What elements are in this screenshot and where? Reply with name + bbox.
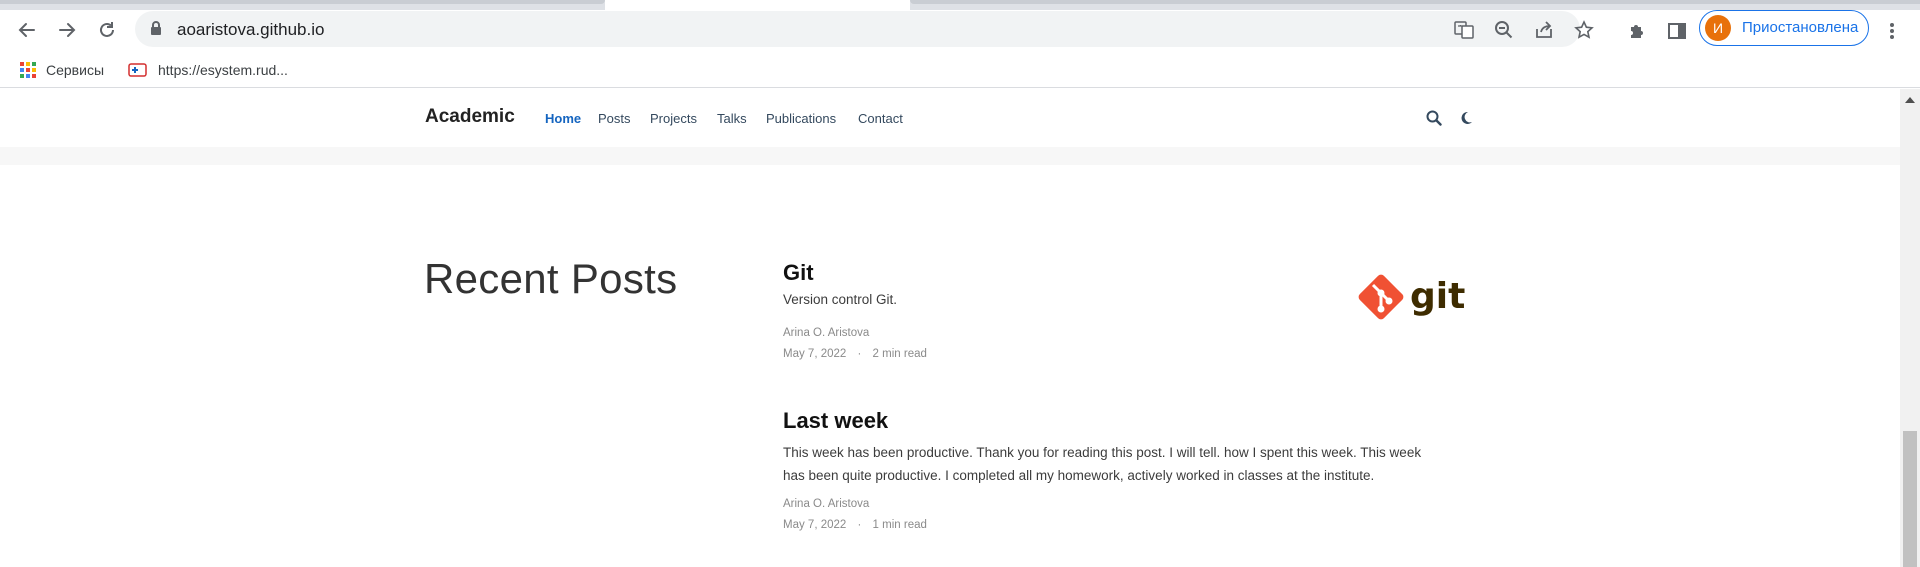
page-viewport: Academic Home Posts Projects Talks Publi… — [0, 89, 1900, 567]
site-favicon-icon — [128, 62, 148, 78]
page-scrollbar[interactable] — [1900, 89, 1920, 567]
arrow-right-icon — [59, 23, 76, 37]
post-title[interactable]: Git — [783, 260, 814, 286]
forward-button[interactable] — [50, 13, 84, 47]
meta-separator: · — [857, 348, 862, 360]
lock-icon — [149, 20, 163, 41]
zoom-out-icon[interactable] — [1493, 19, 1515, 41]
nav-projects[interactable]: Projects — [650, 111, 697, 126]
browser-toolbar: aoaristova.github.io И Приостановлена — [0, 10, 1920, 52]
arrow-left-icon — [18, 23, 35, 37]
post-date: May 7, 2022 — [783, 519, 847, 531]
nav-publications[interactable]: Publications — [766, 111, 836, 126]
profile-chip-button[interactable]: И Приостановлена — [1699, 10, 1869, 46]
post-thumbnail[interactable]: git — [1354, 270, 1470, 324]
bookmark-services[interactable]: Сервисы — [20, 59, 104, 81]
navbar-divider-band — [0, 147, 1900, 165]
section-title: Recent Posts — [424, 255, 678, 302]
meta-separator: · — [857, 519, 862, 531]
nav-talks[interactable]: Talks — [717, 111, 747, 126]
reload-icon — [100, 22, 114, 37]
scroll-up-arrow-icon[interactable] — [1905, 97, 1915, 103]
thumbnail-logo-text: git — [1410, 276, 1465, 317]
tab-strip — [0, 0, 1920, 10]
url-text[interactable]: aoaristova.github.io — [177, 20, 324, 40]
post-author[interactable]: Arina O. Aristova — [783, 498, 869, 510]
post-summary: Version control Git. — [783, 292, 898, 307]
avatar: И — [1705, 15, 1731, 41]
inactive-tab-right[interactable] — [910, 0, 1920, 4]
site-navbar: Academic Home Posts Projects Talks Publi… — [0, 89, 1900, 147]
post-meta-line: May 7, 2022 · 2 min read — [783, 348, 927, 360]
extensions-puzzle-icon[interactable] — [1625, 19, 1649, 43]
nav-home[interactable]: Home — [545, 111, 581, 126]
bookmarks-bar: Сервисы https://esystem.rud... — [0, 52, 1920, 88]
back-button[interactable] — [10, 13, 44, 47]
inactive-tab-left[interactable] — [0, 0, 605, 4]
profile-status-label: Приостановлена — [1742, 19, 1859, 36]
bookmark-label: https://esystem.rud... — [158, 62, 288, 78]
nav-posts[interactable]: Posts — [598, 111, 631, 126]
active-tab[interactable] — [605, 0, 910, 10]
post-title[interactable]: Last week — [783, 408, 888, 434]
search-icon[interactable] — [1425, 109, 1443, 127]
post-summary: This week has been productive. Thank you… — [783, 445, 1422, 483]
scrollbar-thumb[interactable] — [1903, 431, 1917, 567]
translate-icon[interactable] — [1453, 19, 1475, 41]
moon-icon[interactable] — [1457, 109, 1475, 127]
post-meta-line: May 7, 2022 · 1 min read — [783, 519, 927, 531]
post-reading-time: 2 min read — [872, 348, 927, 360]
nav-contact[interactable]: Contact — [858, 111, 903, 126]
reload-button[interactable] — [90, 13, 124, 47]
apps-grid-icon — [20, 62, 36, 78]
bookmark-esystem[interactable]: https://esystem.rud... — [128, 59, 288, 81]
post-author[interactable]: Arina O. Aristova — [783, 327, 869, 339]
bookmark-star-icon[interactable] — [1573, 19, 1595, 41]
site-brand[interactable]: Academic — [425, 106, 515, 128]
share-icon[interactable] — [1533, 19, 1555, 41]
post-date: May 7, 2022 — [783, 348, 847, 360]
side-panel-icon[interactable] — [1665, 19, 1689, 43]
address-bar[interactable]: aoaristova.github.io — [135, 11, 1594, 47]
bookmark-label: Сервисы — [46, 62, 105, 78]
kebab-menu-icon[interactable] — [1880, 19, 1904, 43]
git-logo-icon: git — [1358, 274, 1465, 320]
post-reading-time: 1 min read — [872, 519, 927, 531]
